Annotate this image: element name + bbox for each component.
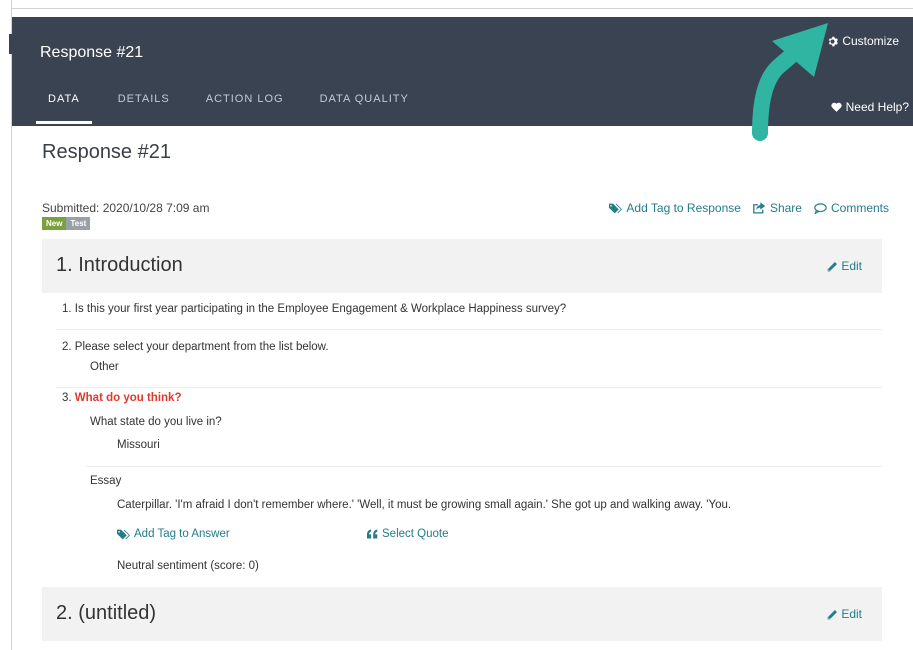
question-3: 3. What do you think? <box>62 392 181 404</box>
edit-section-button[interactable]: Edit <box>827 607 862 621</box>
subquestion-state-label: What state do you live in? <box>90 416 222 428</box>
subquestion-essay-answer: Caterpillar. 'I'm afraid I don't remembe… <box>117 499 732 511</box>
select-quote-label: Select Quote <box>382 528 449 540</box>
section-title: 2. (untitled) <box>56 602 157 624</box>
section-header-untitled: 2. (untitled) Edit <box>42 587 882 641</box>
question-1: 1. Is this your first year participating… <box>62 303 567 315</box>
background-window-edge <box>0 0 12 650</box>
submitted-date: Submitted: 2020/10/28 7:09 am <box>42 201 210 215</box>
section-title: 1. Introduction <box>56 254 183 276</box>
add-tag-to-response-link[interactable]: Add Tag to Response <box>609 201 741 215</box>
status-badge-new: New <box>42 217 67 230</box>
subquestion-state-answer: Missouri <box>117 439 160 451</box>
status-badges: New Test <box>42 217 91 230</box>
dialog-title: Response #21 <box>40 44 144 61</box>
callout-arrow-icon <box>752 23 828 141</box>
tab-data[interactable]: DATA <box>36 83 92 124</box>
question-2-answer: Other <box>90 361 119 373</box>
status-badge-test: Test <box>66 217 91 230</box>
select-quote-link[interactable]: Select Quote <box>367 528 448 540</box>
subquestion-essay-label: Essay <box>90 475 122 487</box>
edit-label: Edit <box>841 259 862 273</box>
edit-section-button[interactable]: Edit <box>827 259 862 273</box>
page-title: Response #21 <box>42 141 171 163</box>
pencil-icon <box>828 261 838 271</box>
sentiment-score: Neutral sentiment (score: 0) <box>117 560 259 572</box>
tab-data-quality[interactable]: DATA QUALITY <box>320 83 409 124</box>
response-dialog: Response #21 DATA DETAILS ACTION LOG DAT… <box>12 8 913 650</box>
comments-label: Comments <box>830 201 889 215</box>
tab-bar: DATA DETAILS ACTION LOG DATA QUALITY <box>36 83 445 124</box>
need-help-button[interactable]: Need Help? <box>831 100 909 114</box>
section-header-introduction: 1. Introduction Edit <box>42 239 882 293</box>
add-tag-to-answer-link[interactable]: Add Tag to Answer <box>117 528 230 540</box>
share-icon <box>753 202 766 214</box>
question-3-title: What do you think? <box>74 392 182 404</box>
edit-label: Edit <box>841 607 862 621</box>
add-tag-to-response-label: Add Tag to Response <box>626 201 741 215</box>
divider <box>56 329 882 330</box>
response-actions: Add Tag to Response Share Comments <box>609 201 889 215</box>
share-link[interactable]: Share <box>753 201 802 215</box>
comment-icon <box>814 202 827 214</box>
tab-details[interactable]: DETAILS <box>118 83 170 124</box>
share-label: Share <box>769 201 802 215</box>
add-tag-to-answer-label: Add Tag to Answer <box>134 528 230 540</box>
customize-label: Customize <box>842 34 899 48</box>
tab-action-log[interactable]: ACTION LOG <box>206 83 284 124</box>
quote-icon <box>367 529 378 539</box>
comments-link[interactable]: Comments <box>814 201 889 215</box>
tag-icon <box>609 203 623 213</box>
pencil-icon <box>828 609 838 619</box>
need-help-label: Need Help? <box>845 100 909 114</box>
divider <box>86 466 882 467</box>
divider <box>56 387 882 388</box>
question-3-number: 3. <box>62 392 72 404</box>
question-2: 2. Please select your department from th… <box>62 341 329 353</box>
main-content: Response #21 Submitted: 2020/10/28 7:09 … <box>42 141 889 230</box>
tag-icon <box>117 529 130 539</box>
